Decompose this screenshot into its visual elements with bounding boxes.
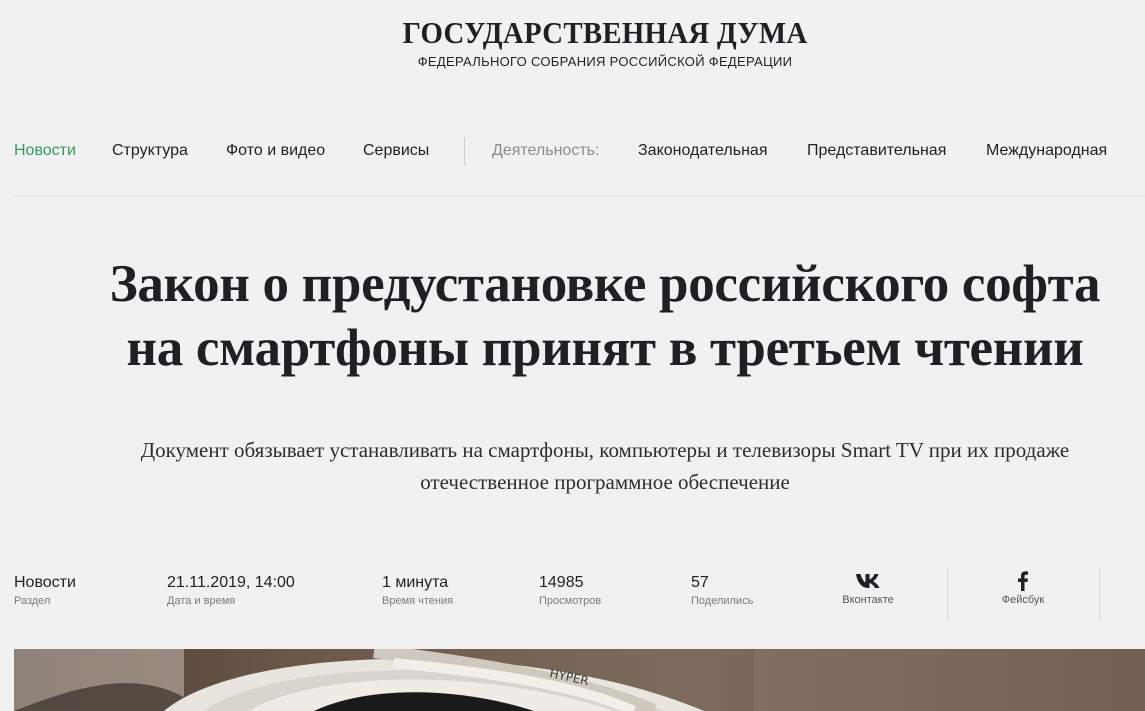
- meta-section-label: Раздел: [14, 595, 51, 607]
- site-logo[interactable]: ГОСУДАРСТВЕННАЯ ДУМА ФЕДЕРАЛЬНОГО СОБРАН…: [0, 14, 1145, 69]
- meta-datetime-label: Дата и время: [167, 595, 236, 607]
- meta-datetime-value: 21.11.2019, 14:00: [167, 574, 295, 591]
- vk-icon: [823, 569, 913, 591]
- meta-section-value: Новости: [14, 574, 76, 591]
- nav-item-representative[interactable]: Представительная: [807, 141, 946, 161]
- meta-reading-time: 1 минута Время чтения: [382, 573, 453, 608]
- main-nav: Новости Структура Фото и видео Сервисы Д…: [14, 136, 1145, 166]
- nav-item-services[interactable]: Сервисы: [363, 141, 429, 161]
- nav-item-legislative[interactable]: Законодательная: [638, 141, 768, 161]
- headline-line-1: Закон о предустановке российского софта: [109, 255, 1101, 313]
- nav-item-structure[interactable]: Структура: [112, 141, 188, 161]
- share-divider-end: [1099, 568, 1100, 620]
- meta-views: 14985 Просмотров: [539, 573, 601, 608]
- meta-datetime: 21.11.2019, 14:00 Дата и время: [167, 573, 295, 608]
- article-lead: Документ обязывает устанавливать на смар…: [30, 434, 1145, 498]
- meta-shares: 57 Поделились: [691, 573, 753, 608]
- lead-line-1: Документ обязывает устанавливать на смар…: [140, 438, 1070, 462]
- nav-item-international[interactable]: Международная: [986, 141, 1107, 161]
- meta-shares-label: Поделились: [691, 595, 754, 607]
- share-divider: [947, 568, 948, 620]
- meta-section[interactable]: Новости Раздел: [14, 573, 76, 608]
- meta-views-value: 14985: [539, 574, 584, 591]
- lead-line-2: отечественное программное обеспечение: [420, 470, 790, 494]
- headline-line-2: на смартфоны принят в третьем чтении: [126, 319, 1084, 377]
- vk-label: Вконтакте: [842, 594, 894, 606]
- nav-activity-label: Деятельность:: [492, 142, 600, 159]
- logo-title: ГОСУДАРСТВЕННАЯ ДУМА: [402, 15, 808, 50]
- article-headline: Закон о предустановке российского софта …: [40, 252, 1145, 380]
- share-vk-button[interactable]: Вконтакте: [823, 569, 913, 607]
- meta-reading-value: 1 минута: [382, 574, 449, 591]
- share-facebook-button[interactable]: Фейсбук: [978, 569, 1068, 607]
- nav-item-news[interactable]: Новости: [14, 141, 76, 161]
- meta-views-label: Просмотров: [539, 595, 602, 607]
- meta-shares-value: 57: [691, 574, 709, 591]
- facebook-label: Фейсбук: [1001, 594, 1045, 606]
- nav-item-photo-video[interactable]: Фото и видео: [226, 141, 325, 161]
- meta-reading-label: Время чтения: [382, 595, 454, 607]
- article-photo: HYPER: [14, 649, 1145, 711]
- nav-divider: [464, 137, 465, 165]
- nav-separator: [14, 195, 1145, 196]
- facebook-icon: [978, 569, 1068, 591]
- logo-subtitle: ФЕДЕРАЛЬНОГО СОБРАНИЯ РОССИЙСКОЙ ФЕДЕРАЦ…: [417, 54, 793, 69]
